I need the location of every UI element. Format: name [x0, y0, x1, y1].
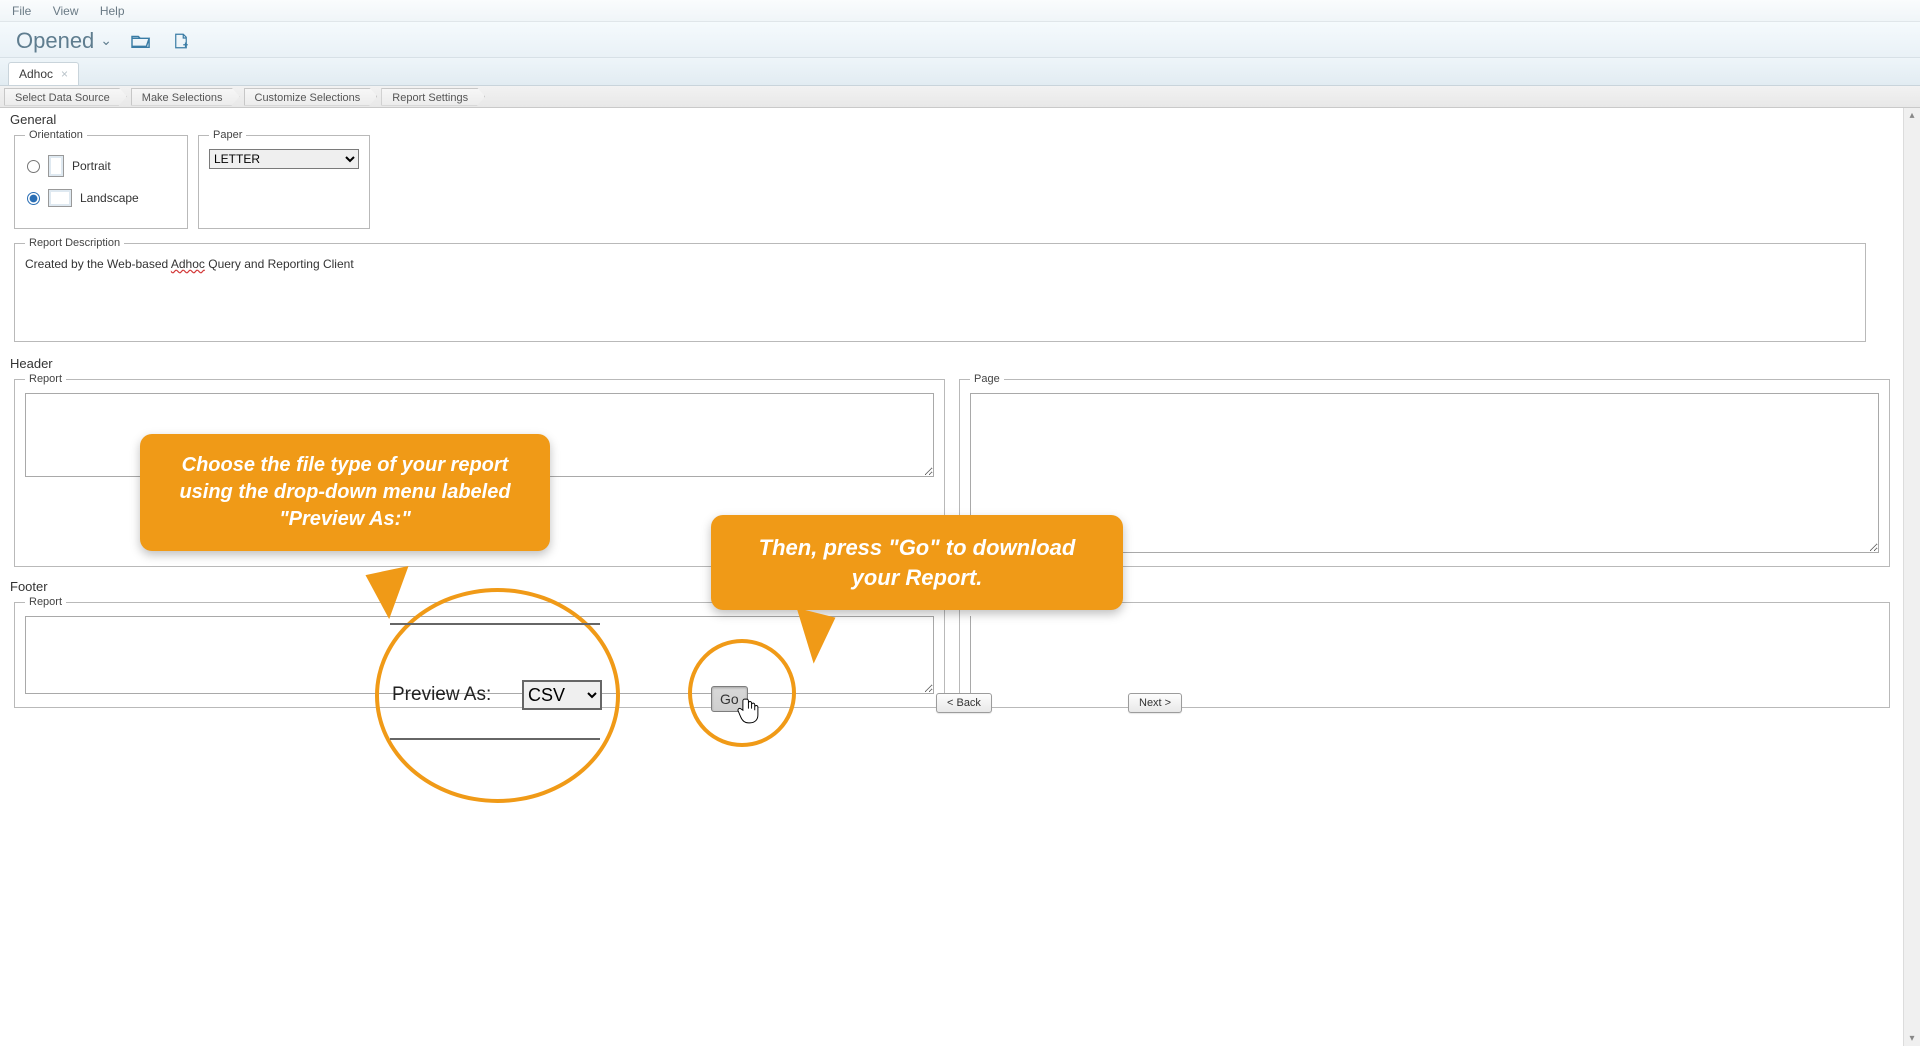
preview-as-zoom: Preview As: CSV: [392, 680, 602, 710]
callout-go: Then, press "Go" to download your Report…: [711, 515, 1123, 610]
scroll-down-icon[interactable]: ▾: [1904, 1031, 1920, 1046]
landscape-radio[interactable]: [27, 192, 40, 205]
portrait-icon: [48, 155, 64, 177]
orientation-legend: Orientation: [25, 129, 87, 141]
cursor-hand-icon: [737, 696, 763, 726]
chevron-down-icon: ⌄: [100, 32, 112, 49]
section-header-title: Header: [0, 352, 1900, 373]
zoom-line-top: [390, 623, 600, 625]
bc-select-data-source[interactable]: Select Data Source: [4, 88, 127, 106]
paper-group: Paper LETTER: [198, 129, 370, 229]
portrait-radio[interactable]: [27, 160, 40, 173]
tab-label: Adhoc: [19, 67, 53, 81]
folder-open-icon[interactable]: [130, 32, 152, 50]
orientation-group: Orientation Portrait Landscape: [14, 129, 188, 229]
breadcrumb: Select Data Source Make Selections Custo…: [0, 86, 1920, 108]
close-icon[interactable]: ×: [61, 67, 68, 81]
next-button[interactable]: Next >: [1128, 693, 1182, 713]
report-description-group: Report Description Created by the Web-ba…: [14, 237, 1866, 342]
header-report-legend: Report: [25, 373, 66, 385]
report-description-textarea[interactable]: Created by the Web-based Adhoc Query and…: [25, 257, 1855, 331]
landscape-icon: [48, 189, 72, 207]
paper-select[interactable]: LETTER: [209, 149, 359, 169]
bc-report-settings[interactable]: Report Settings: [381, 88, 485, 106]
tab-bar: Adhoc ×: [0, 58, 1920, 86]
toolbar: Opened ⌄: [0, 22, 1920, 58]
preview-as-select[interactable]: CSV: [522, 680, 602, 710]
bc-customize-selections[interactable]: Customize Selections: [244, 88, 378, 106]
vertical-scrollbar[interactable]: ▴ ▾: [1903, 108, 1920, 1046]
opened-label: Opened: [16, 28, 94, 54]
paper-legend: Paper: [209, 129, 246, 141]
scroll-up-icon[interactable]: ▴: [1904, 108, 1920, 123]
misspell-adhoc: Adhoc: [171, 257, 205, 271]
header-page-legend: Page: [970, 373, 1004, 385]
landscape-label: Landscape: [80, 191, 139, 205]
callout-preview-as: Choose the file type of your report usin…: [140, 434, 550, 551]
footer-page-group: Page: [959, 596, 1890, 708]
menu-view[interactable]: View: [53, 4, 79, 18]
report-description-legend: Report Description: [25, 237, 124, 249]
bc-make-selections[interactable]: Make Selections: [131, 88, 240, 106]
zoom-line-bottom: [390, 738, 600, 740]
section-general-title: General: [0, 108, 1900, 129]
menu-file[interactable]: File: [12, 4, 31, 18]
menu-bar: File View Help: [0, 0, 1920, 22]
opened-dropdown[interactable]: Opened ⌄: [16, 28, 112, 54]
tab-adhoc[interactable]: Adhoc ×: [8, 62, 79, 85]
footer-report-legend: Report: [25, 596, 66, 608]
portrait-label: Portrait: [72, 159, 111, 173]
preview-as-label: Preview As:: [392, 684, 491, 706]
new-doc-icon[interactable]: [170, 32, 192, 50]
menu-help[interactable]: Help: [100, 4, 125, 18]
back-button[interactable]: < Back: [936, 693, 992, 713]
